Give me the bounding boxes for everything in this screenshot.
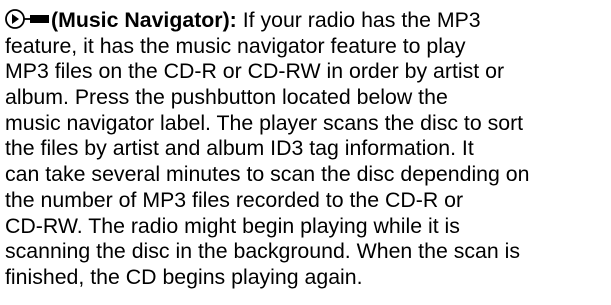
paragraph-line: feature, it has the music navigator feat… (5, 33, 466, 58)
paragraph-line: music navigator label. The player scans … (5, 110, 524, 135)
paragraph-line: album. Press the pushbutton located belo… (5, 85, 448, 110)
paragraph-line: MP3 files on the CD-R or CD-RW in order … (5, 59, 505, 84)
music-navigator-icon (5, 8, 49, 37)
paragraph-line: CD-RW. The radio might begin playing whi… (5, 213, 460, 238)
paragraph-first-line-text: If your radio has the MP3 (236, 8, 481, 32)
music-navigator-heading: (Music Navigator): (51, 8, 237, 32)
paragraph-line: can take several minutes to scan the dis… (5, 162, 530, 187)
paragraph-first-line: (Music Navigator): If your radio has the… (5, 8, 609, 34)
paragraph-line: scanning the disc in the background. Whe… (5, 239, 520, 264)
paragraph-line: the number of MP3 files recorded to the … (5, 187, 464, 212)
document-page: (Music Navigator): If your radio has the… (5, 8, 609, 291)
paragraph-line: finished, the CD begins playing again. (5, 264, 363, 289)
paragraph-line: the files by artist and album ID3 tag in… (5, 136, 474, 161)
